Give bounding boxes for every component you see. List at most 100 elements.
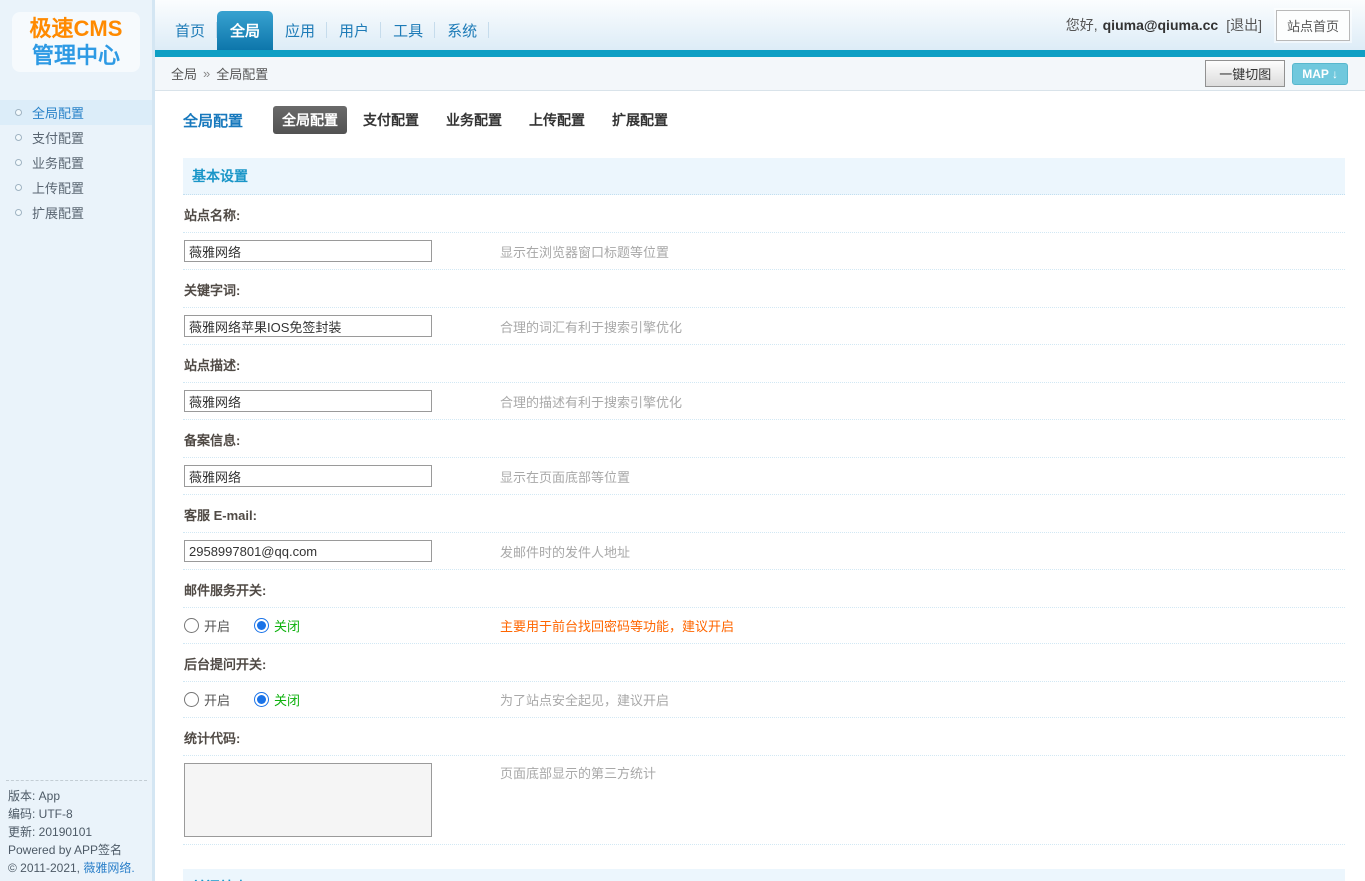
field-hint: 显示在页面底部等位置	[500, 469, 631, 485]
field-control	[184, 465, 442, 487]
breadcrumb-bar: 全局 » 全局配置 一键切图 MAP ↓	[155, 57, 1365, 91]
copyright-text: © 2011-2021,	[8, 861, 81, 875]
field-row: 开启 关闭 为了站点安全起见，建议开启	[183, 682, 1345, 718]
stats-code-textarea[interactable]	[184, 763, 432, 837]
bullet-icon	[15, 184, 22, 191]
service-email-input[interactable]	[184, 540, 432, 562]
tab-global-config[interactable]: 全局配置	[273, 106, 348, 134]
field-label: 邮件服务开关:	[183, 570, 1345, 608]
nav-item-apps[interactable]: 应用	[273, 13, 328, 50]
field-label: 统计代码:	[183, 718, 1345, 756]
sidebar-item-label: 业务配置	[32, 156, 85, 171]
sidebar-item-global-config[interactable]: 全局配置	[0, 100, 152, 125]
section-close-site: 关闭站点	[183, 869, 1345, 881]
breadcrumb-separator: »	[203, 66, 211, 81]
field-label: 客服 E-mail:	[183, 495, 1345, 533]
field-row: 显示在浏览器窗口标题等位置	[183, 233, 1345, 270]
content-tabs-row: 全局配置 全局配置 支付配置 业务配置 上传配置 扩展配置	[183, 91, 1345, 134]
page: 极速CMS 管理中心 全局配置 支付配置 业务配置 上传配置 扩展配置 版本: …	[0, 0, 1365, 881]
radio-off-label: 关闭	[274, 693, 301, 708]
nav-item-global[interactable]: 全局	[217, 11, 274, 50]
page-title[interactable]: 全局配置	[183, 110, 243, 131]
user-info: 您好, qiuma@qiuma.cc [退出] 站点首页	[1066, 0, 1350, 50]
field-row: 合理的词汇有利于搜索引擎优化	[183, 308, 1345, 345]
field-label: 关键字词:	[183, 270, 1345, 308]
tab-business-config[interactable]: 业务配置	[446, 110, 502, 130]
one-click-screenshot-button[interactable]: 一键切图	[1205, 60, 1286, 87]
field-hint: 为了站点安全起见，建议开启	[500, 693, 670, 708]
field-hint: 主要用于前台找回密码等功能，建议开启	[500, 619, 735, 634]
keywords-input[interactable]	[184, 315, 432, 337]
logo-brand-text: 极速CMS	[29, 16, 123, 41]
sidebar-item-label: 上传配置	[32, 181, 85, 196]
field-label: 备案信息:	[183, 420, 1345, 458]
field-row: 页面底部显示的第三方统计	[183, 756, 1345, 845]
radio-on-label: 开启	[204, 693, 231, 708]
sidebar-footer: 版本: App 编码: UTF-8 更新: 20190101 Powered b…	[6, 780, 147, 881]
nav-item-users[interactable]: 用户	[327, 13, 382, 50]
tab-upload-config[interactable]: 上传配置	[529, 110, 585, 130]
footer-powered: Powered by APP签名	[8, 843, 123, 857]
footer-version: 版本: App	[8, 789, 61, 803]
field-hint: 合理的词汇有利于搜索引擎优化	[500, 319, 683, 335]
site-home-button[interactable]: 站点首页	[1275, 9, 1350, 41]
tab-payment-config[interactable]: 支付配置	[363, 110, 419, 130]
nav-item-system[interactable]: 系统	[435, 13, 490, 50]
sidebar-item-label: 全局配置	[32, 106, 85, 121]
tab-extension-config[interactable]: 扩展配置	[612, 110, 668, 130]
accent-bar	[155, 50, 1365, 57]
icp-info-input[interactable]	[184, 465, 432, 487]
site-name-input[interactable]	[184, 240, 432, 262]
field-hint: 发邮件时的发件人地址	[500, 544, 631, 560]
nav-item-home[interactable]: 首页	[163, 13, 218, 50]
field-control	[184, 240, 442, 262]
nav-item-tools[interactable]: 工具	[381, 13, 436, 50]
logo-subtitle-text: 管理中心	[31, 43, 120, 68]
sidebar-item-business-config[interactable]: 业务配置	[0, 150, 152, 175]
section-basic-settings: 基本设置	[183, 158, 1345, 195]
footer-updated: 更新: 20190101	[8, 825, 93, 839]
vendor-link[interactable]: 薇雅网络.	[83, 861, 134, 875]
logout-link[interactable]: [退出]	[1226, 15, 1262, 35]
field-control	[184, 390, 442, 412]
site-description-input[interactable]	[184, 390, 432, 412]
main-column: 首页 全局 应用 用户 工具 系统 您好, qiuma@qiuma.cc [退出…	[155, 0, 1365, 881]
admin-question-off-radio[interactable]	[254, 692, 270, 707]
field-hint: 页面底部显示的第三方统计	[500, 766, 657, 781]
sidebar-item-label: 支付配置	[32, 131, 85, 146]
mail-service-radio-group: 开启 关闭	[184, 616, 442, 635]
top-header: 首页 全局 应用 用户 工具 系统 您好, qiuma@qiuma.cc [退出…	[155, 0, 1365, 50]
field-row: 合理的描述有利于搜索引擎优化	[183, 383, 1345, 420]
field-hint: 合理的描述有利于搜索引擎优化	[500, 394, 683, 410]
field-label: 站点名称:	[183, 195, 1345, 233]
field-control	[184, 315, 442, 337]
mail-service-on-radio[interactable]	[184, 618, 199, 633]
sidebar-item-upload-config[interactable]: 上传配置	[0, 175, 152, 200]
field-control	[184, 540, 442, 562]
breadcrumb-actions: 一键切图 MAP ↓	[1205, 60, 1348, 87]
radio-off-label: 关闭	[274, 619, 301, 634]
footer-copyright: © 2011-2021, 薇雅网络.	[8, 859, 145, 877]
content-area: 全局配置 全局配置 支付配置 业务配置 上传配置 扩展配置 基本设置 站点名称:…	[155, 91, 1365, 881]
footer-encoding: 编码: UTF-8	[8, 807, 73, 821]
radio-on-label: 开启	[204, 619, 231, 634]
sidebar-item-extension-config[interactable]: 扩展配置	[0, 200, 152, 225]
mail-service-off-radio[interactable]	[254, 618, 270, 633]
sidebar-item-payment-config[interactable]: 支付配置	[0, 125, 152, 150]
breadcrumb-section: 全局	[171, 67, 198, 82]
sidebar-menu: 全局配置 支付配置 业务配置 上传配置 扩展配置	[0, 100, 152, 225]
greeting-text: 您好,	[1065, 17, 1098, 33]
admin-question-on-radio[interactable]	[184, 692, 199, 707]
sidebar: 极速CMS 管理中心 全局配置 支付配置 业务配置 上传配置 扩展配置 版本: …	[0, 0, 155, 881]
top-nav: 首页 全局 应用 用户 工具 系统	[163, 11, 490, 50]
map-button[interactable]: MAP ↓	[1292, 62, 1348, 85]
breadcrumb-page: 全局配置	[216, 67, 269, 82]
field-row: 开启 关闭 主要用于前台找回密码等功能，建议开启	[183, 608, 1345, 644]
bullet-icon	[15, 159, 22, 166]
field-control	[184, 763, 442, 837]
admin-question-radio-group: 开启 关闭	[184, 690, 442, 709]
field-hint: 显示在浏览器窗口标题等位置	[500, 244, 670, 260]
field-row: 显示在页面底部等位置	[183, 458, 1345, 495]
user-email: qiuma@qiuma.cc	[1102, 17, 1219, 33]
bullet-icon	[15, 209, 22, 216]
